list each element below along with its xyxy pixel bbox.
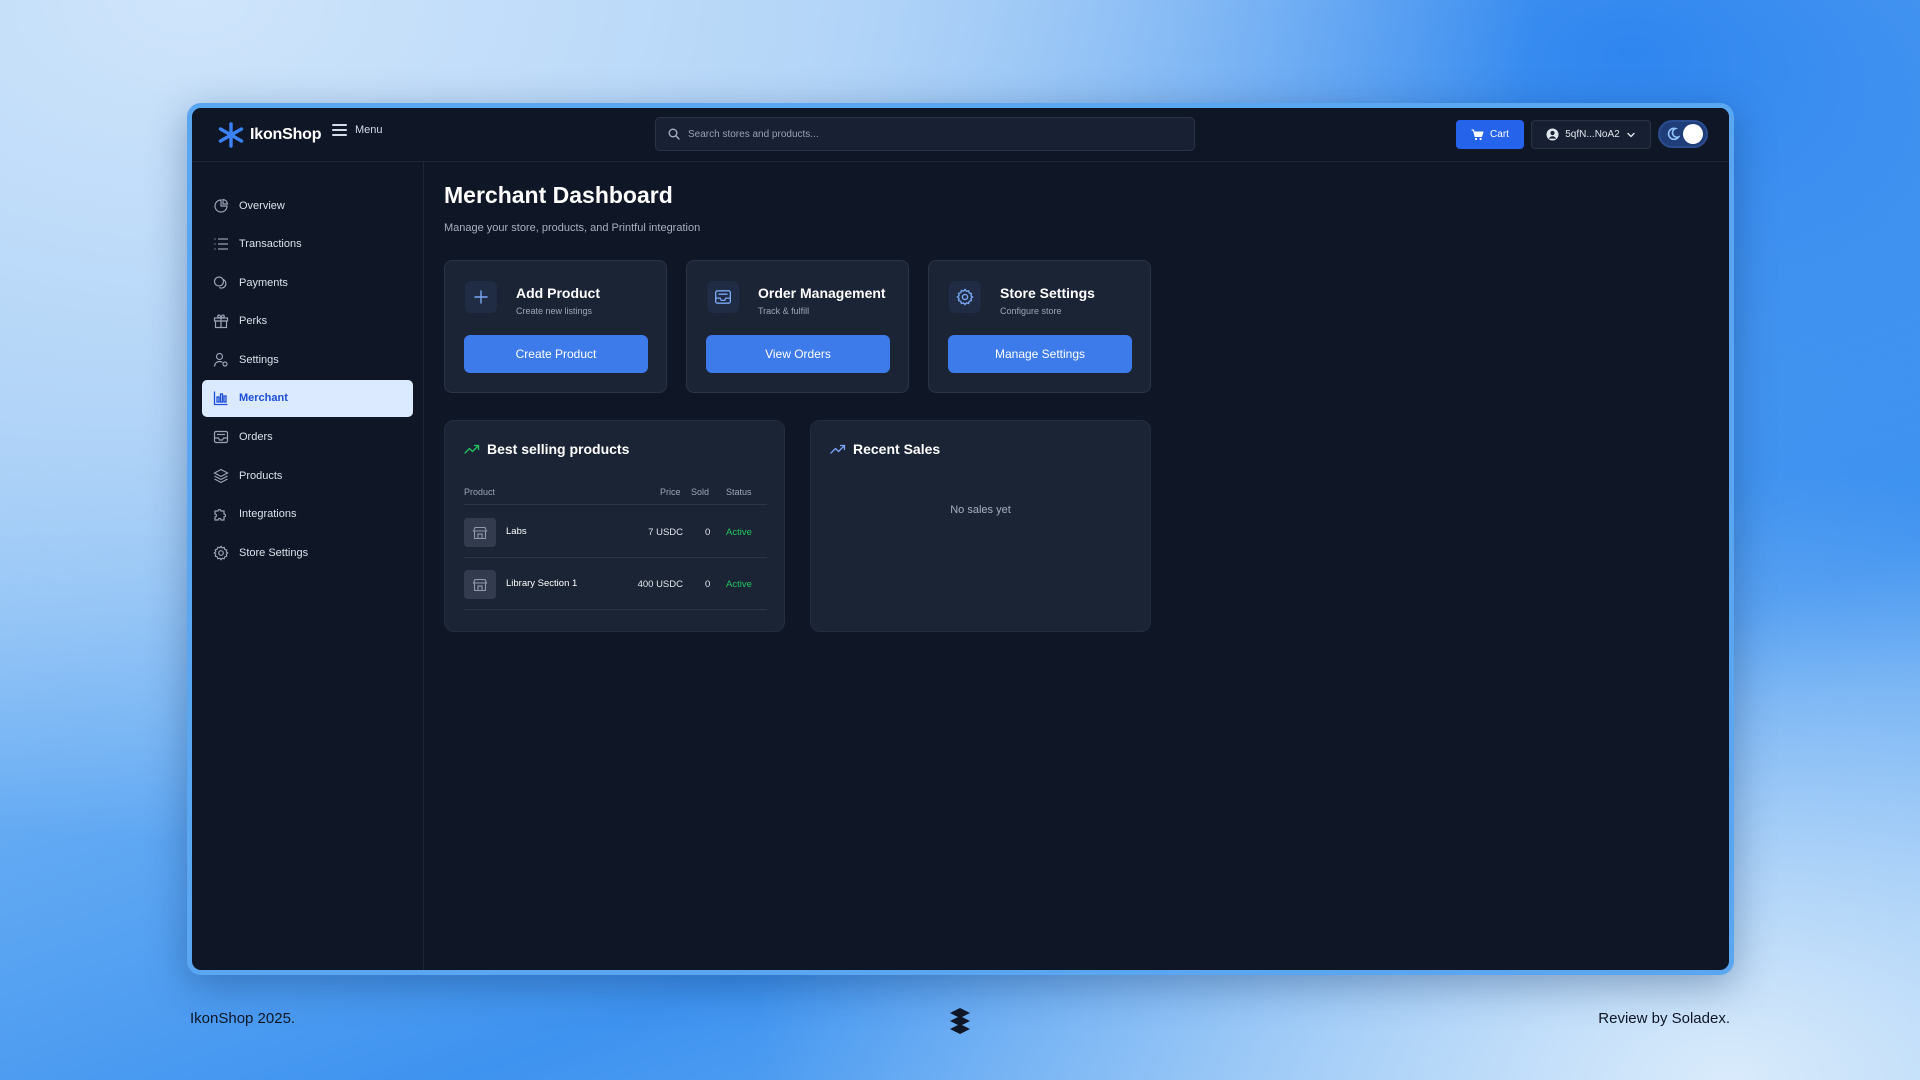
product-name: Labs (506, 526, 527, 537)
card-title: Order Management (758, 285, 886, 301)
view-orders-button[interactable]: View Orders (706, 335, 890, 373)
trending-up-icon (464, 444, 480, 454)
sidebar-item-integrations[interactable]: Integrations (202, 496, 413, 533)
gear-icon (949, 281, 981, 313)
column-header-price: Price (660, 487, 681, 497)
bar-chart-icon (213, 391, 228, 406)
sidebar-item-merchant[interactable]: Merchant (202, 379, 413, 417)
sidebar: Overview Transactions Payments Perks Set… (192, 162, 424, 970)
card-subtitle: Track & fulfill (758, 306, 810, 316)
panel-title: Best selling products (464, 441, 629, 457)
sidebar-item-orders[interactable]: Orders (202, 419, 413, 456)
moon-icon (1667, 127, 1680, 141)
chevron-down-icon (1627, 132, 1635, 137)
top-bar: IkonShop Menu Cart 5qfN (192, 108, 1729, 162)
sidebar-item-label: Transactions (239, 238, 302, 251)
gift-icon (213, 314, 229, 329)
empty-state-text: No sales yet (950, 504, 1011, 516)
gear-icon (213, 545, 229, 561)
product-name: Library Section 1 (506, 578, 578, 589)
user-settings-icon (213, 352, 228, 367)
page-subtitle: Manage your store, products, and Printfu… (444, 222, 701, 234)
inbox-icon (213, 430, 229, 444)
store-settings-card: Store Settings Configure store Manage Se… (928, 260, 1151, 393)
card-subtitle: Configure store (1000, 306, 1062, 316)
order-management-card: Order Management Track & fulfill View Or… (686, 260, 909, 393)
product-sold: 0 (705, 527, 711, 538)
user-circle-icon (1546, 128, 1559, 141)
cart-icon (1471, 128, 1484, 140)
wallet-address: 5qfN...NoA2 (1565, 129, 1620, 140)
sidebar-item-products[interactable]: Products (202, 457, 413, 494)
sidebar-item-overview[interactable]: Overview (202, 187, 413, 224)
create-product-button[interactable]: Create Product (464, 335, 648, 373)
best-selling-panel: Best selling products Product Price Sold… (444, 420, 785, 632)
footer-copyright: IkonShop 2025. (190, 1010, 296, 1027)
footer-review: Review by Soladex. (1598, 1010, 1730, 1027)
toggle-knob (1683, 124, 1703, 144)
sidebar-item-label: Perks (239, 315, 268, 328)
sidebar-item-transactions[interactable]: Transactions (202, 226, 413, 263)
card-subtitle: Create new listings (516, 306, 593, 316)
page-title: Merchant Dashboard (444, 182, 673, 208)
status-badge: Active (726, 527, 752, 538)
panel-title-text: Recent Sales (853, 441, 941, 457)
menu-button[interactable]: Menu (332, 124, 383, 136)
search-bar[interactable] (655, 117, 1195, 151)
sidebar-item-label: Overview (239, 199, 285, 212)
sidebar-item-payments[interactable]: Payments (202, 264, 413, 301)
sidebar-item-store-settings[interactable]: Store Settings (202, 534, 413, 571)
wallet-dropdown[interactable]: 5qfN...NoA2 (1531, 120, 1651, 149)
search-input[interactable] (688, 128, 1168, 140)
plus-icon (465, 281, 497, 313)
recent-sales-panel: Recent Sales No sales yet (810, 420, 1151, 632)
pie-chart-icon (214, 198, 229, 213)
main-content: Merchant Dashboard Manage your store, pr… (444, 162, 1729, 970)
brand-name: IkonShop (250, 126, 322, 143)
sidebar-item-label: Orders (239, 431, 273, 444)
store-icon (464, 570, 496, 599)
sidebar-item-label: Settings (239, 353, 279, 366)
cart-button[interactable]: Cart (1456, 120, 1524, 149)
product-price: 400 USDC (637, 579, 683, 590)
product-price: 7 USDC (648, 527, 683, 538)
panel-title-text: Best selling products (487, 441, 630, 457)
status-badge: Active (726, 579, 752, 590)
puzzle-icon (214, 509, 227, 521)
search-icon (668, 128, 680, 140)
asterisk-logo-icon (218, 122, 244, 148)
product-sold: 0 (705, 579, 711, 590)
menu-label: Menu (355, 124, 383, 136)
inbox-icon (707, 281, 739, 313)
hamburger-icon (332, 124, 347, 136)
column-header-product: Product (464, 487, 496, 497)
trending-up-icon (830, 444, 846, 454)
sidebar-item-label: Products (239, 469, 283, 482)
column-header-sold: Sold (691, 487, 710, 497)
card-title: Add Product (516, 285, 600, 301)
layers-icon (213, 468, 229, 483)
sidebar-item-label: Store Settings (239, 546, 309, 559)
sidebar-item-label: Payments (239, 276, 288, 289)
sidebar-item-label: Integrations (239, 508, 297, 521)
coins-icon (213, 276, 227, 289)
sidebar-item-label: Merchant (239, 392, 288, 405)
column-header-status: Status (726, 487, 752, 497)
theme-toggle[interactable] (1658, 120, 1708, 148)
list-icon (214, 238, 228, 250)
card-title: Store Settings (1000, 285, 1095, 301)
table-row[interactable]: Library Section 1 400 USDC 0 Active (464, 558, 767, 610)
sidebar-item-settings[interactable]: Settings (202, 341, 413, 378)
sidebar-item-perks[interactable]: Perks (202, 303, 413, 340)
store-icon (464, 518, 496, 547)
soladex-logo-icon (950, 1008, 970, 1034)
table-row[interactable]: Labs 7 USDC 0 Active (464, 506, 767, 558)
table-header: Product Price Sold Status (464, 487, 767, 505)
panel-title: Recent Sales (830, 441, 940, 457)
cart-label: Cart (1490, 129, 1509, 140)
brand-logo[interactable]: IkonShop (218, 122, 321, 148)
add-product-card: Add Product Create new listings Create P… (444, 260, 667, 393)
app-window: IkonShop Menu Cart 5qfN (187, 103, 1734, 975)
manage-settings-button[interactable]: Manage Settings (948, 335, 1132, 373)
